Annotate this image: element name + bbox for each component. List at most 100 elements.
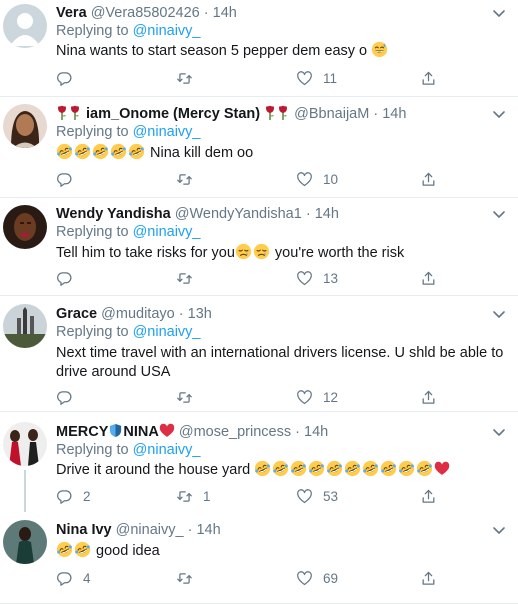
- weary-face-emoji-icon: [235, 243, 252, 260]
- share-button[interactable]: [420, 169, 437, 189]
- replying-to-label: Replying to: [56, 324, 129, 340]
- retweet-icon: [176, 570, 193, 587]
- rose-icon: [69, 105, 81, 121]
- avatar[interactable]: [3, 104, 47, 148]
- tweet[interactable]: Grace @muditayo · 13h Replying to @ninai…: [0, 296, 518, 412]
- like-button[interactable]: 10: [296, 169, 338, 189]
- user-handle[interactable]: @BbnaijaM: [294, 106, 369, 122]
- reply-button[interactable]: 2: [56, 486, 91, 506]
- separator-dot: ·: [178, 306, 184, 322]
- retweet-button[interactable]: [176, 568, 203, 588]
- chevron-down-icon[interactable]: [492, 107, 506, 121]
- retweet-icon: [176, 70, 193, 87]
- retweet-button[interactable]: [176, 387, 203, 407]
- timestamp[interactable]: 14h: [196, 522, 220, 538]
- thread-connector: [24, 470, 26, 512]
- timestamp[interactable]: 14h: [213, 5, 237, 21]
- display-name[interactable]: iam_Onome (Mercy Stan): [86, 106, 260, 122]
- share-button[interactable]: [420, 68, 437, 88]
- replying-to-link[interactable]: @ninaivy_: [133, 442, 201, 458]
- replying-to-link[interactable]: @ninaivy_: [133, 124, 201, 140]
- replying-to-link[interactable]: @ninaivy_: [133, 224, 201, 240]
- like-button[interactable]: 53: [296, 486, 338, 506]
- reply-button[interactable]: [56, 387, 83, 407]
- share-button[interactable]: [420, 268, 437, 288]
- like-button[interactable]: 69: [296, 568, 338, 588]
- reply-button[interactable]: [56, 68, 83, 88]
- chevron-down-icon[interactable]: [492, 307, 506, 321]
- rofl-emoji-icon: [398, 460, 415, 477]
- timestamp[interactable]: 14h: [304, 424, 328, 440]
- share-button[interactable]: [420, 568, 437, 588]
- tweet-text: Drive it around the house yard: [56, 460, 511, 480]
- replying-to-label: Replying to: [56, 224, 129, 240]
- like-count: 10: [323, 171, 339, 187]
- tweet-text-content: Tell him to take risks for you: [56, 245, 235, 261]
- rofl-emoji-icon: [344, 460, 361, 477]
- replying-to: Replying to @ninaivy_: [56, 123, 201, 142]
- replying-to: Replying to @ninaivy_: [56, 323, 201, 342]
- avatar[interactable]: [3, 205, 47, 249]
- tweet[interactable]: Wendy Yandisha @WendyYandisha1 · 14h Rep…: [0, 198, 518, 296]
- tweet-text-content: Next time travel with an international d…: [56, 345, 504, 380]
- display-name[interactable]: Grace: [56, 306, 97, 322]
- tweet-text: Nina wants to start season 5 pepper dem …: [56, 41, 511, 61]
- user-handle[interactable]: @muditayo: [101, 306, 175, 322]
- user-handle[interactable]: @mose_princess: [179, 424, 291, 440]
- avatar[interactable]: [3, 520, 47, 564]
- retweet-count: 1: [203, 488, 211, 504]
- reply-icon: [56, 389, 73, 406]
- separator-dot: ·: [187, 522, 193, 538]
- user-handle[interactable]: @Vera85802426: [91, 5, 200, 21]
- reply-icon: [56, 570, 73, 587]
- tweet-text: Tell him to take risks for you you're wo…: [56, 243, 511, 263]
- user-handle[interactable]: @ninaivy_: [116, 522, 184, 538]
- reply-button[interactable]: [56, 268, 83, 288]
- like-button[interactable]: 11: [296, 68, 337, 88]
- red-heart-icon: [434, 461, 450, 476]
- timestamp[interactable]: 14h: [382, 106, 406, 122]
- weary-face-emoji-icon: [253, 243, 270, 260]
- tweet[interactable]: Vera @Vera85802426 · 14h Replying to @ni…: [0, 0, 518, 97]
- replying-to: Replying to @ninaivy_: [56, 441, 201, 460]
- retweet-button[interactable]: [176, 68, 203, 88]
- retweet-button[interactable]: [176, 268, 203, 288]
- chevron-down-icon[interactable]: [492, 523, 506, 537]
- tweet-actions: 11: [56, 68, 446, 88]
- timestamp[interactable]: 14h: [315, 206, 339, 222]
- reply-count: 4: [83, 570, 91, 586]
- avatar[interactable]: [3, 422, 47, 466]
- retweet-button[interactable]: 1: [176, 486, 211, 506]
- like-button[interactable]: 12: [296, 387, 338, 407]
- display-name[interactable]: MERCY: [56, 424, 108, 440]
- tweet[interactable]: iam_Onome (Mercy Stan) @BbnaijaM · 14h R…: [0, 97, 518, 198]
- share-button[interactable]: [420, 486, 437, 506]
- user-handle[interactable]: @WendyYandisha1: [175, 206, 302, 222]
- replying-to-link[interactable]: @ninaivy_: [133, 324, 201, 340]
- heart-icon: [296, 570, 313, 587]
- retweet-button[interactable]: [176, 169, 203, 189]
- like-button[interactable]: 13: [296, 268, 338, 288]
- share-button[interactable]: [420, 387, 437, 407]
- display-name[interactable]: Vera: [56, 5, 87, 21]
- rose-icon: [277, 105, 289, 121]
- like-count: 13: [323, 270, 339, 286]
- display-name[interactable]: NINA: [123, 424, 158, 440]
- tweet[interactable]: Nina Ivy @ninaivy_ · 14h good idea 4 69: [0, 512, 518, 604]
- like-count: 11: [323, 70, 338, 86]
- timestamp[interactable]: 13h: [188, 306, 212, 322]
- chevron-down-icon[interactable]: [492, 207, 506, 221]
- tweet[interactable]: MERCY NINA @mose_princess · 14h Replying …: [0, 412, 518, 512]
- rofl-emoji-icon: [272, 460, 289, 477]
- avatar[interactable]: [3, 4, 47, 48]
- reply-button[interactable]: 4: [56, 568, 91, 588]
- replying-to-link[interactable]: @ninaivy_: [133, 23, 201, 39]
- avatar[interactable]: [3, 304, 47, 348]
- reply-button[interactable]: [56, 169, 83, 189]
- heart-icon: [296, 389, 313, 406]
- display-name[interactable]: Wendy Yandisha: [56, 206, 171, 222]
- display-name[interactable]: Nina Ivy: [56, 522, 112, 538]
- chevron-down-icon[interactable]: [492, 6, 506, 20]
- tweet-text-content: Drive it around the house yard: [56, 462, 251, 478]
- chevron-down-icon[interactable]: [492, 425, 506, 439]
